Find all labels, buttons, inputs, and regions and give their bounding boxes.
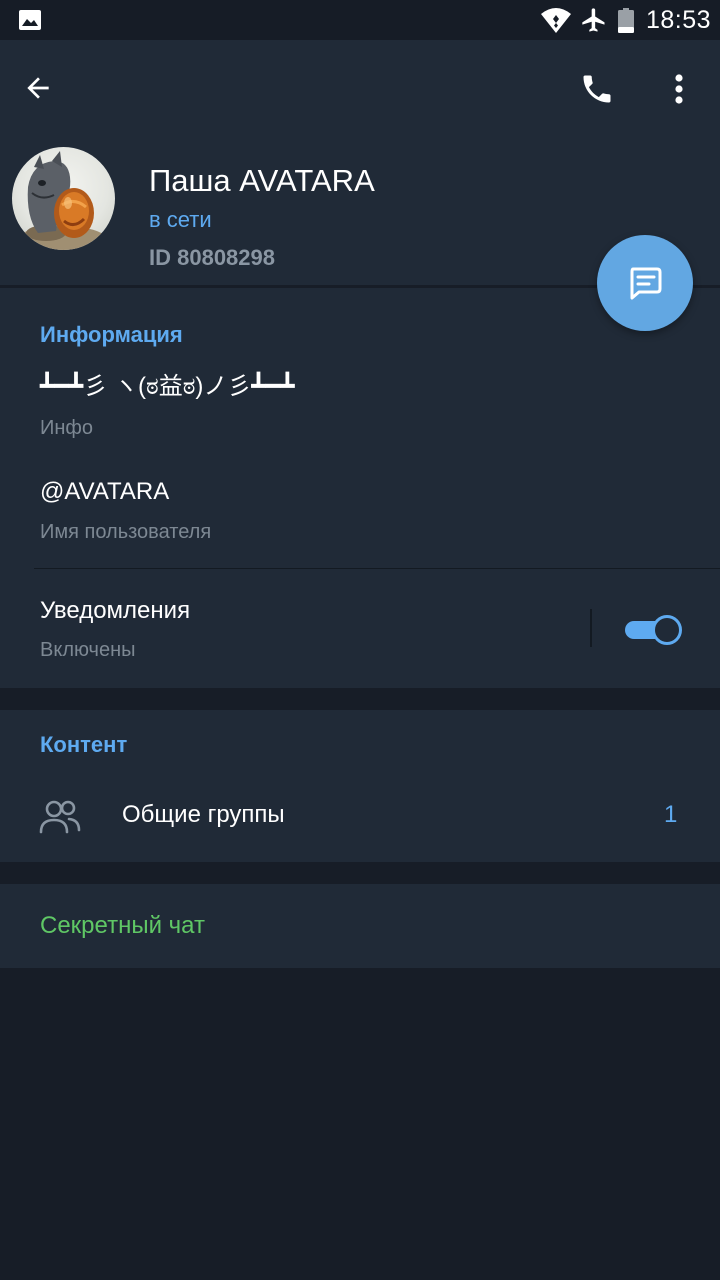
more-vertical-icon <box>675 74 683 104</box>
secret-chat-row[interactable]: Секретный чат <box>0 884 720 968</box>
content-section-title: Контент <box>40 732 128 757</box>
more-options-button[interactable] <box>656 64 702 114</box>
message-icon <box>630 267 662 300</box>
avatar-image <box>18 151 106 250</box>
online-status: в сети <box>149 207 212 232</box>
divider <box>34 568 720 569</box>
notifications-separator <box>590 609 592 647</box>
info-section-title: Информация <box>40 322 183 347</box>
username-text[interactable]: @AVATARA <box>40 477 169 507</box>
people-icon <box>39 800 81 834</box>
back-button[interactable] <box>14 64 62 112</box>
secret-chat-label: Секретный чат <box>40 912 205 939</box>
screen: 18:53 Паша AVATARA в сети ID 80808298 Ин… <box>0 0 720 1280</box>
notifications-label[interactable]: Уведомления <box>40 596 190 626</box>
phone-icon <box>583 75 611 103</box>
send-message-button[interactable] <box>597 235 693 331</box>
bio-text[interactable]: ┻━┻彡 ヽ(ಠ益ಠ)ノ彡┻━┻ <box>40 372 295 402</box>
airplane-mode-icon <box>582 8 605 32</box>
content-section: Контент Общие группы 1 <box>0 710 720 862</box>
username-label: Имя пользователя <box>40 521 212 543</box>
common-groups-count: 1 <box>664 801 678 828</box>
call-button[interactable] <box>572 64 622 114</box>
common-groups-label: Общие группы <box>122 801 285 828</box>
notifications-toggle[interactable] <box>625 613 683 645</box>
status-bar: 18:53 <box>0 0 720 40</box>
bio-label: Инфо <box>40 417 93 439</box>
wifi-icon <box>541 8 571 33</box>
status-time: 18:53 <box>646 6 712 34</box>
toggle-knob <box>652 615 682 645</box>
back-arrow-icon <box>27 77 49 99</box>
common-groups-row[interactable]: Общие группы 1 <box>0 770 720 862</box>
avatar[interactable] <box>12 147 115 250</box>
image-notification-icon <box>19 10 41 30</box>
notifications-status: Включены <box>40 639 136 661</box>
battery-icon <box>618 8 634 33</box>
profile-name: Паша AVATARA <box>149 163 375 198</box>
user-id: ID 80808298 <box>149 245 275 270</box>
info-section: Информация ┻━┻彡 ヽ(ಠ益ಠ)ノ彡┻━┻ Инфо @AVATAR… <box>0 288 720 688</box>
